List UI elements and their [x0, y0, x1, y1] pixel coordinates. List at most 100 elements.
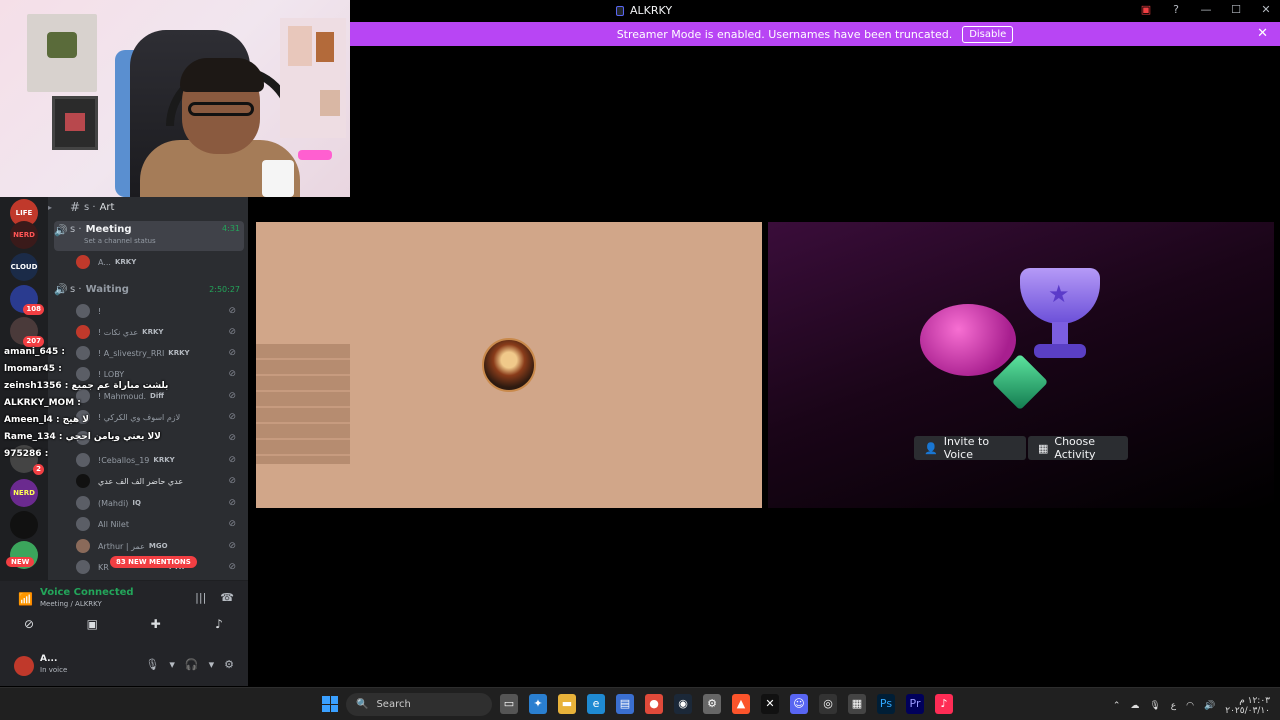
screen-share-icon[interactable]: ▣	[79, 617, 105, 637]
copilot-icon[interactable]: ✦	[529, 694, 547, 714]
discord-icon[interactable]: ☺	[790, 694, 808, 714]
server-icon[interactable]: NERD	[10, 221, 38, 249]
wall-frame	[27, 14, 97, 92]
channel-prefix: ꜱ ·	[84, 201, 96, 213]
voice-member[interactable]: All Nilet ⊘	[76, 514, 242, 534]
noise-suppression-icon[interactable]: |||	[195, 591, 206, 604]
tiktok-icon[interactable]: ♪	[935, 694, 953, 714]
streamer-mode-banner: Streamer Mode is enabled. Usernames have…	[350, 22, 1280, 46]
deafened-icon: ⊘	[228, 369, 236, 379]
channel-status[interactable]: Set a channel status	[84, 237, 156, 245]
activity-icon[interactable]: ✚	[143, 617, 169, 637]
close-banner-icon[interactable]: ✕	[1257, 26, 1268, 41]
voice-location[interactable]: Meeting / ALKRKY	[40, 600, 102, 608]
store-icon[interactable]: ▤	[616, 694, 634, 714]
screen-share-icon[interactable]: ▣	[1138, 3, 1154, 16]
disconnect-icon[interactable]: ☎	[220, 591, 234, 604]
shelf	[280, 18, 346, 138]
member-tag: KRKY	[142, 328, 164, 336]
obs-icon[interactable]: ◎	[819, 694, 837, 714]
voice-connected-panel: 📶 Voice Connected Meeting / ALKRKY ||| ☎…	[0, 580, 248, 646]
add-user-icon: 👤	[924, 441, 938, 455]
premiere-icon[interactable]: Pr	[906, 694, 924, 714]
chevron-down-icon[interactable]: ▾	[209, 658, 215, 671]
network-icon[interactable]: ☁	[1130, 701, 1139, 711]
headphones-icon[interactable]: 🎧	[185, 658, 199, 671]
brave-icon[interactable]: ▲	[732, 694, 750, 714]
settings-app-icon[interactable]: ⚙	[703, 694, 721, 714]
deafened-icon: ⊘	[228, 498, 236, 508]
voice-member[interactable]: ! لازم اسوف وي الكركي ⊘	[76, 407, 242, 427]
camera-off-icon[interactable]: ⊘	[16, 617, 42, 637]
maximize-icon[interactable]: ☐	[1228, 3, 1244, 16]
member-name: KR	[98, 562, 109, 572]
voice-member[interactable]: ! A_slivestry_RRI KRKY ⊘	[76, 343, 242, 363]
server-icon[interactable]: NERD	[10, 479, 38, 507]
banner-text: Streamer Mode is enabled. Usernames have…	[616, 27, 953, 41]
chevron-up-icon[interactable]: ⌃	[1113, 701, 1121, 711]
member-name: ! لازم اسوف وي الكركي	[98, 412, 181, 422]
title-bar: ALKRKY ▣ ? — ☐ ✕	[350, 0, 1280, 22]
clock[interactable]: ١٢:٠٣ م ٢٠٢٥/٠٣/١٠	[1225, 696, 1270, 716]
file-explorer-icon[interactable]: ▬	[558, 694, 576, 714]
voice-channel-meeting[interactable]: 🔊 ꜱ · Meeting 4:31 Set a channel status	[54, 221, 244, 251]
voice-member[interactable]: !Ceballos_19 KRKY ⊘	[76, 450, 242, 470]
date-text: ٢٠٢٥/٠٣/١٠	[1225, 706, 1270, 716]
minimize-icon[interactable]: —	[1198, 3, 1214, 16]
deafened-icon: ⊘	[228, 433, 236, 443]
member-name: All Nilet	[98, 519, 129, 529]
deafened-icon: ⊘	[228, 327, 236, 337]
choose-activity-button[interactable]: ▦ Choose Activity	[1028, 435, 1128, 461]
participant-tile[interactable]	[256, 222, 762, 508]
app-icon[interactable]: ▦	[848, 694, 866, 714]
avatar	[76, 539, 90, 553]
shell-illustration	[920, 304, 1016, 376]
invite-to-voice-button[interactable]: 👤 Invite to Voice	[914, 435, 1026, 461]
server-icon[interactable]: CLOUD	[10, 253, 38, 281]
voice-member[interactable]: عدي حاضر الف الف عدي ⊘	[76, 471, 242, 491]
deafened-icon: ⊘	[228, 476, 236, 486]
close-window-icon[interactable]: ✕	[1258, 3, 1274, 16]
avatar[interactable]	[14, 656, 34, 676]
chevron-down-icon[interactable]: ▾	[169, 658, 175, 671]
new-badge[interactable]: NEW	[6, 557, 35, 567]
photoshop-icon[interactable]: Ps	[877, 694, 895, 714]
disable-button[interactable]: Disable	[962, 25, 1014, 43]
taskbar-search[interactable]: 🔍 Search	[346, 693, 492, 716]
mention-badge: 108	[23, 304, 44, 315]
settings-gear-icon[interactable]: ⚙	[224, 658, 234, 671]
mic-tray-icon[interactable]: 🎙	[1149, 701, 1160, 711]
microphone-icon[interactable]: 🎙	[145, 658, 159, 671]
chat-message: 975286 :	[4, 449, 49, 459]
server-icon[interactable]	[10, 511, 38, 539]
chrome-icon[interactable]: ●	[645, 694, 663, 714]
signal-icon[interactable]: 📶	[18, 592, 33, 606]
voice-member[interactable]: Arthur | عمر MGO ⊘	[76, 536, 242, 556]
volume-icon[interactable]: 🔊	[1204, 701, 1215, 711]
voice-member[interactable]: A... KRKY	[76, 252, 242, 272]
username[interactable]: A...	[40, 654, 57, 664]
server-icon[interactable]: 207	[10, 317, 44, 347]
task-view-icon[interactable]: ▭	[500, 694, 518, 714]
voice-member[interactable]: (Mahdi) IQ ⊘	[76, 493, 242, 513]
start-button[interactable]	[322, 696, 338, 712]
server-icon[interactable]: 108	[10, 285, 44, 315]
voice-status[interactable]: Voice Connected	[40, 587, 134, 598]
language-icon[interactable]: ع	[1171, 701, 1176, 711]
soundboard-icon[interactable]: ♪	[206, 617, 232, 637]
voice-member[interactable]: ! ⊘	[76, 301, 242, 321]
voice-member[interactable]: ! عدي نكات KRKY ⊘	[76, 322, 242, 342]
steam-icon[interactable]: ◉	[674, 694, 692, 714]
collapse-arrow-icon[interactable]: ▸	[48, 203, 58, 212]
capcut-icon[interactable]: ✕	[761, 694, 779, 714]
avatar	[76, 255, 90, 269]
wifi-icon[interactable]: ◠	[1186, 701, 1194, 711]
help-icon[interactable]: ?	[1168, 3, 1184, 16]
member-tag: Diff	[150, 392, 164, 400]
channel-prefix: ꜱ ·	[70, 224, 82, 235]
edge-icon[interactable]: e	[587, 694, 605, 714]
taskbar: 🔍 Search ▭ ✦ ▬ e ▤ ● ◉ ⚙ ▲ ✕ ☺ ◎ ▦ Ps Pr…	[0, 687, 1280, 720]
new-mentions-pill[interactable]: 83 NEW MENTIONS	[110, 556, 197, 568]
channel-art[interactable]: ▸ # ꜱ · Art	[48, 197, 248, 217]
voice-channel-waiting[interactable]: 🔊 ꜱ · Waiting 2:50:27	[54, 279, 244, 299]
